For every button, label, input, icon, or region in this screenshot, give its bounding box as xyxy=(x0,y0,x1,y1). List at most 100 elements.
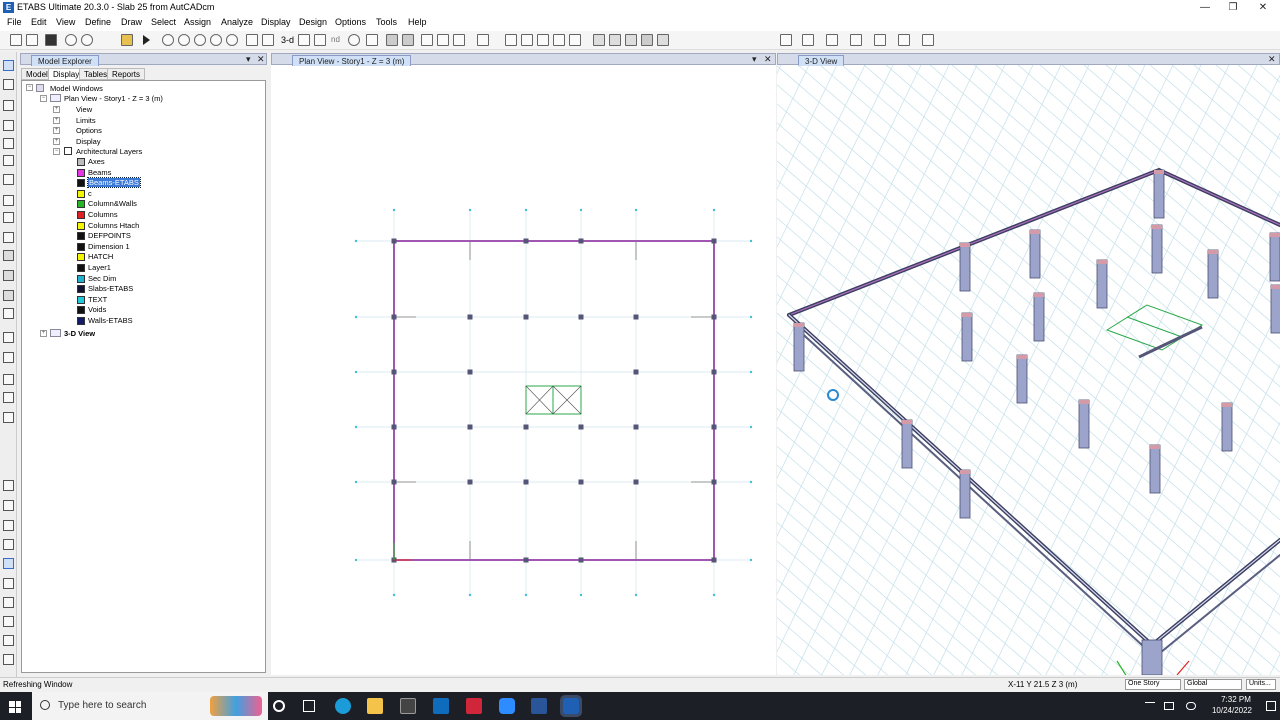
draw-reference-icon[interactable] xyxy=(3,412,14,423)
snap-arc-icon[interactable] xyxy=(3,654,14,665)
undo-icon[interactable] xyxy=(65,34,77,46)
clock-date[interactable]: 10/24/2022 xyxy=(1204,706,1260,715)
expand-icon[interactable]: + xyxy=(53,106,60,113)
draw-design-strip-icon[interactable] xyxy=(3,352,14,363)
layer-item[interactable]: Voids xyxy=(88,305,106,314)
layer-item[interactable]: Columns Htach xyxy=(88,221,139,230)
draw-section-cut-icon[interactable] xyxy=(3,308,14,319)
close-window-button[interactable]: ✕ xyxy=(1248,0,1278,16)
rubber-band-zoom-icon[interactable] xyxy=(366,34,378,46)
draw-dim-icon[interactable] xyxy=(3,290,14,301)
draw-wall-stack-icon[interactable] xyxy=(3,392,14,403)
check-icon[interactable] xyxy=(437,34,449,46)
extrude-icon[interactable] xyxy=(477,34,489,46)
menu-draw[interactable]: Draw xyxy=(121,17,142,27)
close-3d-icon[interactable]: ✕ xyxy=(1268,54,1276,65)
collapse-icon[interactable]: − xyxy=(53,148,60,155)
layer-item[interactable]: Columns xyxy=(88,210,118,219)
pointer-select-icon[interactable] xyxy=(3,60,14,71)
menu-view[interactable]: View xyxy=(56,17,75,27)
snap-ps-icon[interactable] xyxy=(3,500,14,511)
layer-color-swatch[interactable] xyxy=(77,264,85,272)
layer-item[interactable]: Layer1 xyxy=(88,263,111,272)
layer-color-swatch[interactable] xyxy=(77,285,85,294)
task-view-icon[interactable] xyxy=(303,700,315,712)
expand-icon[interactable]: + xyxy=(53,127,60,134)
taskbar-search[interactable]: Type here to search xyxy=(32,692,268,720)
layer-color-swatch[interactable] xyxy=(77,168,85,177)
restore-full-view-icon[interactable] xyxy=(178,34,190,46)
zoom-in-icon[interactable] xyxy=(210,34,222,46)
draw-opening-icon[interactable] xyxy=(3,212,14,223)
frame-design-icon[interactable] xyxy=(521,34,533,46)
minimize-button[interactable]: — xyxy=(1190,0,1220,16)
area-icon[interactable] xyxy=(641,34,653,46)
network-icon[interactable] xyxy=(1164,702,1174,710)
snap-perpendicular-icon[interactable] xyxy=(3,558,14,569)
close-explorer-icon[interactable]: ✕ xyxy=(257,54,265,65)
layer-item[interactable]: Walls-ETABS xyxy=(88,316,133,325)
notification-icon[interactable] xyxy=(1266,701,1276,711)
3d-view-canvas[interactable] xyxy=(777,65,1280,675)
story-select[interactable]: One Story xyxy=(1125,679,1181,690)
support-icon[interactable] xyxy=(593,34,605,46)
reshape-icon[interactable] xyxy=(3,79,14,90)
rotate-3d-icon[interactable] xyxy=(262,34,274,46)
redo-icon[interactable] xyxy=(81,34,93,46)
draw-joint-icon[interactable] xyxy=(3,100,14,111)
frame-icon[interactable] xyxy=(505,34,517,46)
clock-time[interactable]: 7:32 PM xyxy=(1212,695,1260,704)
file-explorer-icon[interactable] xyxy=(367,698,383,714)
set-plan-view-icon[interactable] xyxy=(298,34,310,46)
display-options-icon[interactable] xyxy=(421,34,433,46)
layer-item[interactable]: Dimension 1 xyxy=(88,242,130,251)
layer-item[interactable]: Column&Walls xyxy=(88,199,137,208)
layer-item[interactable]: Slabs-ETABS xyxy=(88,284,133,293)
object-shrink-icon[interactable] xyxy=(453,34,465,46)
spring-icon[interactable] xyxy=(609,34,621,46)
menu-tools[interactable]: Tools xyxy=(376,17,397,27)
snap-lines-icon[interactable] xyxy=(3,578,14,589)
snap-midpoint-icon[interactable] xyxy=(3,520,14,531)
section-select-icon[interactable] xyxy=(802,34,814,46)
menu-assign[interactable]: Assign xyxy=(184,17,211,27)
draw-rect-icon[interactable] xyxy=(3,232,14,243)
move-up-icon[interactable] xyxy=(386,34,398,46)
zoom-window-icon[interactable] xyxy=(162,34,174,46)
layer-item[interactable]: TEXT xyxy=(88,295,107,304)
move-down-icon[interactable] xyxy=(402,34,414,46)
save-icon[interactable] xyxy=(45,34,57,46)
tree-architectural-layers[interactable]: Architectural Layers xyxy=(76,147,142,156)
units-button[interactable]: Units... xyxy=(1246,679,1276,690)
tree-plan-view[interactable]: Plan View - Story1 - Z = 3 (m) xyxy=(64,94,163,103)
coordinate-system-select[interactable]: Global xyxy=(1184,679,1242,690)
i-section-icon[interactable] xyxy=(850,34,862,46)
draw-column-icon[interactable] xyxy=(3,138,14,149)
set-3d-view-button[interactable]: 3-d xyxy=(281,35,294,45)
pin-dropdown-icon[interactable]: ▾ xyxy=(246,54,251,65)
run-analysis-icon[interactable] xyxy=(143,35,150,45)
set-elevation-view-icon[interactable] xyxy=(314,34,326,46)
menu-display[interactable]: Display xyxy=(261,17,291,27)
model-explorer-title[interactable]: Model Explorer xyxy=(31,55,99,66)
snap-fine-grid-icon[interactable] xyxy=(3,597,14,608)
draw-tendon-icon[interactable] xyxy=(3,374,14,385)
layer-item[interactable]: Beams xyxy=(88,168,111,177)
previous-zoom-icon[interactable] xyxy=(194,34,206,46)
volume-icon[interactable] xyxy=(1186,702,1196,710)
tree-display[interactable]: Display xyxy=(76,137,101,146)
layer-color-swatch[interactable] xyxy=(77,232,85,241)
snap-all-icon[interactable] xyxy=(3,480,14,491)
new-model-icon[interactable] xyxy=(10,34,22,46)
draw-poly-icon[interactable] xyxy=(3,250,14,261)
open-icon[interactable] xyxy=(26,34,38,46)
tree-view[interactable]: View xyxy=(76,105,92,114)
refresh-icon[interactable] xyxy=(348,34,360,46)
layer-color-swatch[interactable] xyxy=(77,253,85,262)
collapse-icon[interactable]: − xyxy=(26,84,33,91)
menu-options[interactable]: Options xyxy=(335,17,366,27)
draw-point-icon[interactable] xyxy=(3,270,14,281)
layer-item[interactable]: c xyxy=(88,189,92,198)
sap-icon[interactable] xyxy=(531,698,547,714)
text-tool-icon[interactable] xyxy=(780,34,792,46)
